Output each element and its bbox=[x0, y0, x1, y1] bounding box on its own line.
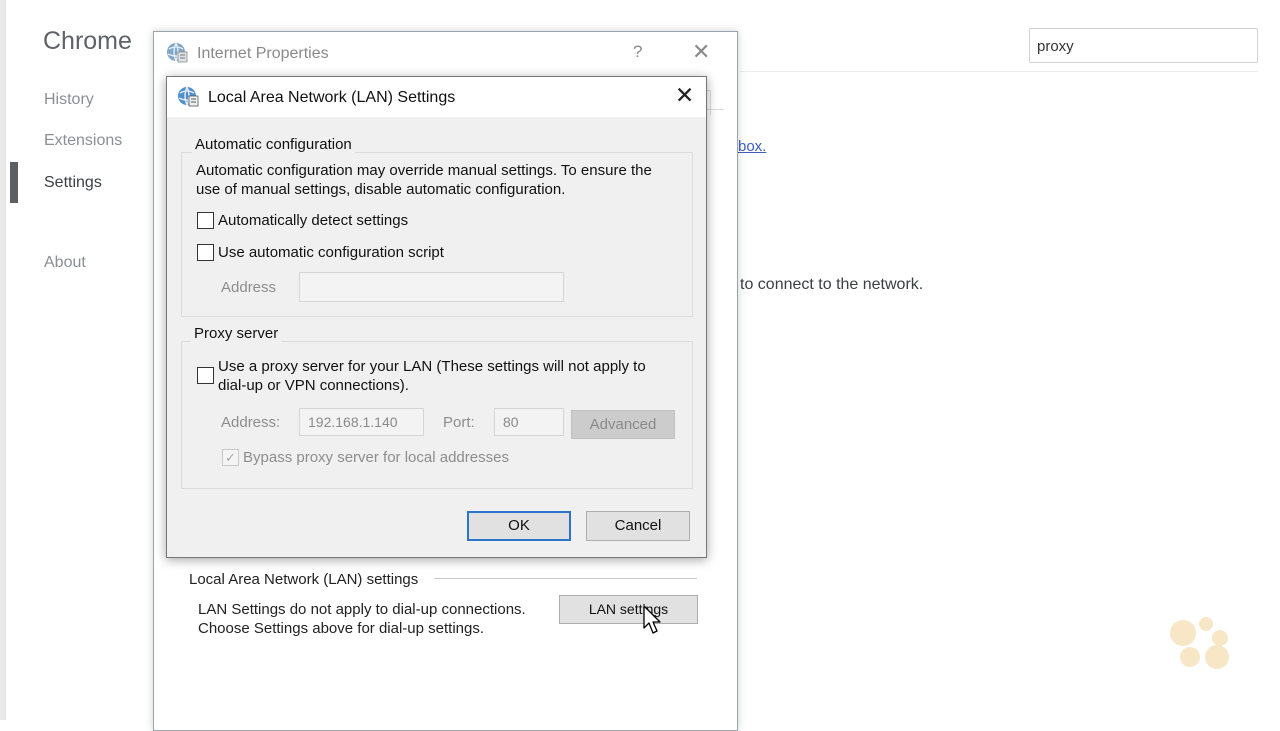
nav-item-extensions[interactable]: Extensions bbox=[44, 132, 122, 150]
lan-dialog-title: Local Area Network (LAN) Settings bbox=[208, 89, 456, 106]
close-icon[interactable]: ✕ bbox=[675, 82, 694, 109]
proxy-port-field[interactable]: 80 bbox=[494, 408, 564, 436]
lan-section-title: Local Area Network (LAN) settings bbox=[189, 571, 427, 588]
close-icon[interactable]: ✕ bbox=[692, 39, 710, 65]
lan-description-line1: LAN Settings do not apply to dial-up con… bbox=[198, 601, 526, 618]
window-edge bbox=[0, 0, 6, 720]
auto-config-script-label[interactable]: Use automatic configuration script bbox=[218, 244, 444, 261]
auto-config-description-line2: use of manual settings, disable automati… bbox=[196, 181, 566, 198]
lan-dialog-titlebar[interactable]: Local Area Network (LAN) Settings ✕ bbox=[167, 77, 706, 117]
script-address-field[interactable] bbox=[299, 272, 564, 302]
nav-item-history[interactable]: History bbox=[44, 91, 94, 109]
auto-config-group-label: Automatic configuration bbox=[192, 136, 355, 153]
nav-item-settings[interactable]: Settings bbox=[44, 174, 102, 192]
nav-active-indicator bbox=[10, 162, 18, 203]
internet-properties-title: Internet Properties bbox=[197, 45, 329, 62]
lan-section-divider bbox=[434, 578, 697, 579]
cancel-button[interactable]: Cancel bbox=[586, 511, 690, 541]
lan-description-line2: Choose Settings above for dial-up settin… bbox=[198, 620, 485, 637]
ok-button[interactable]: OK bbox=[467, 511, 571, 541]
bypass-local-checkbox[interactable]: ✓ bbox=[222, 449, 239, 466]
settings-search-input[interactable]: proxy bbox=[1029, 28, 1258, 63]
bypass-local-label[interactable]: Bypass proxy server for local addresses bbox=[243, 449, 509, 466]
header-divider bbox=[740, 71, 1258, 72]
help-icon[interactable]: ? bbox=[633, 42, 642, 62]
background-text: to connect to the network. bbox=[740, 276, 924, 293]
use-proxy-label-line1[interactable]: Use a proxy server for your LAN (These s… bbox=[218, 358, 646, 375]
internet-properties-titlebar[interactable]: Internet Properties ? ✕ bbox=[154, 32, 737, 74]
mouse-cursor-icon bbox=[643, 605, 661, 634]
nav-item-about[interactable]: About bbox=[44, 254, 86, 272]
proxy-port-label: Port: bbox=[443, 414, 475, 431]
chrome-title: Chrome bbox=[43, 27, 132, 55]
use-proxy-label-line2[interactable]: dial-up or VPN connections). bbox=[218, 377, 409, 394]
proxy-server-group-label: Proxy server bbox=[191, 325, 282, 342]
proxy-address-label: Address: bbox=[221, 414, 281, 431]
background-link[interactable]: box. bbox=[738, 138, 766, 155]
proxy-address-field[interactable]: 192.168.1.140 bbox=[299, 408, 424, 436]
auto-detect-checkbox[interactable] bbox=[197, 212, 214, 229]
use-proxy-checkbox[interactable] bbox=[197, 367, 214, 384]
auto-detect-label[interactable]: Automatically detect settings bbox=[218, 212, 408, 229]
script-address-label: Address bbox=[221, 279, 277, 296]
advanced-button[interactable]: Advanced bbox=[571, 410, 675, 439]
lan-settings-button[interactable]: LAN settings bbox=[559, 595, 698, 624]
lan-settings-dialog: Local Area Network (LAN) Settings ✕ Auto… bbox=[166, 76, 707, 558]
internet-options-icon bbox=[167, 42, 188, 63]
internet-options-icon bbox=[178, 86, 199, 107]
auto-config-description-line1: Automatic configuration may override man… bbox=[196, 162, 652, 179]
auto-config-script-checkbox[interactable] bbox=[197, 244, 214, 261]
